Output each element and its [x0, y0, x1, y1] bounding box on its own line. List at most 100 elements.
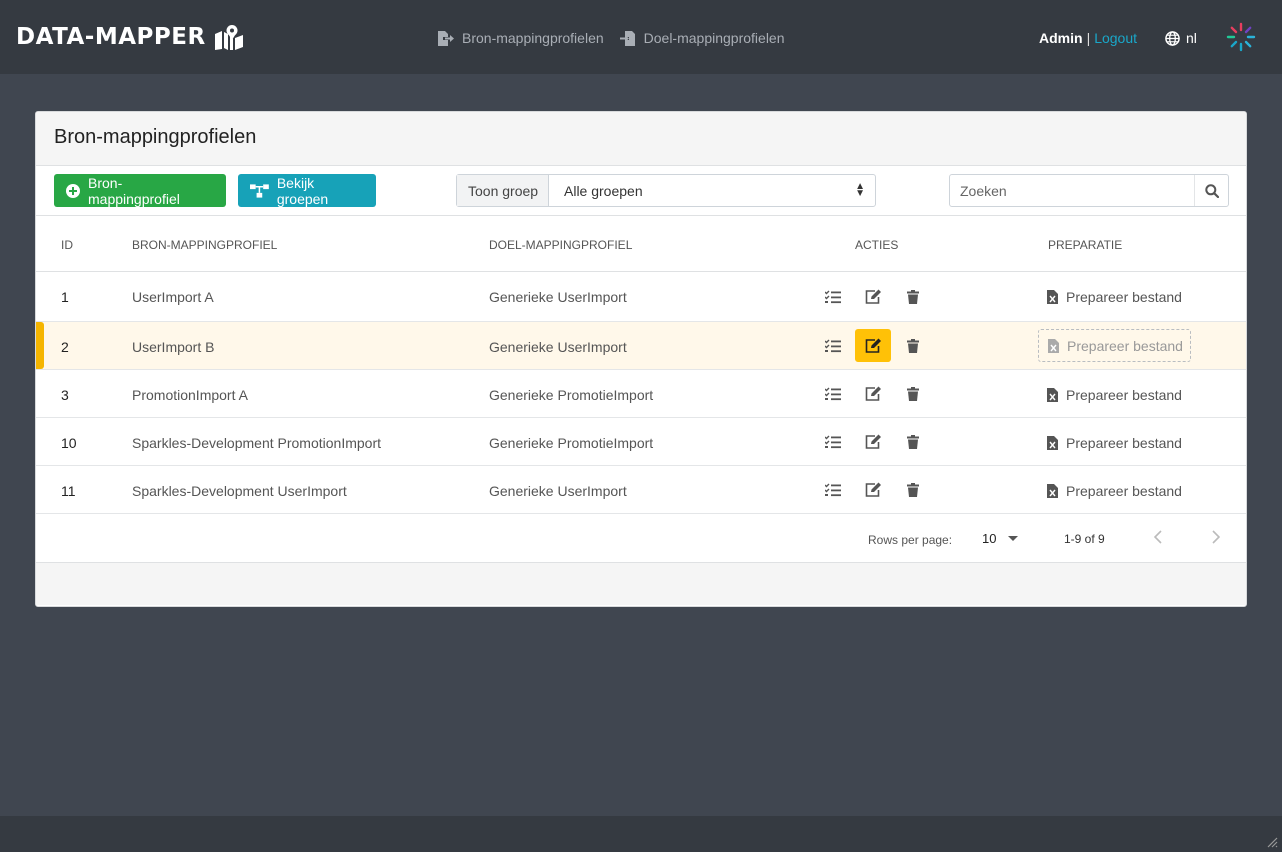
- brand-name: DATA-MAPPER: [16, 24, 206, 50]
- prepare-file-button[interactable]: Prepareer bestand: [1047, 431, 1182, 454]
- edit-button[interactable]: [864, 272, 882, 321]
- rows-per-page-select[interactable]: 10: [982, 531, 1019, 546]
- chevron-right-icon: [1212, 530, 1221, 544]
- prepare-file-label: Prepareer bestand: [1066, 482, 1182, 499]
- group-filter-label: Toon groep: [457, 175, 549, 206]
- tasks-icon: [825, 290, 841, 303]
- table-header: ID BRON-MAPPINGPROFIEL DOEL-MAPPINGPROFI…: [36, 216, 1246, 272]
- previous-page-button[interactable]: [1153, 530, 1162, 547]
- next-page-button[interactable]: [1212, 530, 1221, 547]
- row-source-profile: PromotionImport A: [132, 387, 248, 403]
- edit-icon: [865, 482, 881, 497]
- trash-icon: [907, 338, 919, 353]
- page-title: Bron-mappingprofielen: [54, 126, 257, 148]
- add-source-profile-button[interactable]: Bron-mappingprofiel: [54, 174, 226, 207]
- file-excel-icon: [1047, 435, 1058, 450]
- search-box: [949, 174, 1229, 207]
- edit-icon: [865, 434, 881, 449]
- table-row[interactable]: 10 Sparkles-Development PromotionImport …: [36, 418, 1246, 466]
- delete-button[interactable]: [904, 418, 922, 465]
- mappings-button[interactable]: [824, 322, 842, 369]
- edit-button[interactable]: [864, 418, 882, 465]
- trash-icon: [907, 386, 919, 401]
- view-groups-button[interactable]: Bekijk groepen: [238, 174, 376, 207]
- row-id: 11: [61, 483, 76, 499]
- mappings-button[interactable]: [824, 466, 842, 513]
- user-name: Admin: [1039, 30, 1083, 46]
- nav-target-profiles[interactable]: Doel-mappingprofielen: [619, 30, 785, 46]
- prepare-file-button[interactable]: Prepareer bestand: [1047, 383, 1182, 406]
- row-target-profile: Generieke PromotieImport: [489, 387, 654, 403]
- table-row[interactable]: 11 Sparkles-Development UserImport Gener…: [36, 466, 1246, 514]
- prepare-file-button-disabled[interactable]: Prepareer bestand: [1038, 329, 1191, 362]
- row-id: 3: [61, 387, 69, 403]
- row-target-profile: Generieke UserImport: [489, 289, 627, 305]
- table-row[interactable]: 1 UserImport A Generieke UserImport Prep…: [36, 272, 1246, 322]
- brand[interactable]: DATA-MAPPER: [16, 24, 244, 50]
- delete-button[interactable]: [904, 272, 922, 321]
- trash-icon: [907, 482, 919, 497]
- export-file-icon: [438, 30, 454, 46]
- prepare-file-label: Prepareer bestand: [1067, 337, 1183, 354]
- trash-icon: [907, 434, 919, 449]
- user-separator: |: [1086, 30, 1091, 46]
- column-target-profile[interactable]: DOEL-MAPPINGPROFIEL: [489, 238, 632, 252]
- tasks-icon: [825, 483, 841, 496]
- edit-icon: [865, 386, 881, 401]
- column-id[interactable]: ID: [61, 238, 73, 252]
- resize-grip-icon[interactable]: [1266, 836, 1278, 848]
- row-target-profile: Generieke PromotieImport: [489, 435, 654, 451]
- prepare-file-button[interactable]: Prepareer bestand: [1047, 479, 1182, 502]
- table-body: 1 UserImport A Generieke UserImport Prep…: [36, 272, 1246, 514]
- rows-per-page-value: 10: [982, 531, 997, 546]
- search-input[interactable]: [950, 175, 1194, 206]
- mappings-button[interactable]: [824, 418, 842, 465]
- user-menu: Admin | Logout: [1039, 30, 1137, 46]
- file-excel-icon: [1048, 338, 1059, 353]
- plus-circle-icon: [66, 183, 80, 198]
- search-button[interactable]: [1194, 175, 1228, 206]
- row-source-profile: Sparkles-Development UserImport: [132, 483, 347, 499]
- logout-link[interactable]: Logout: [1094, 30, 1137, 46]
- table-row-selected[interactable]: 2 UserImport B Generieke UserImport Prep…: [36, 322, 1246, 370]
- card-header: Bron-mappingprofielen: [36, 112, 1246, 166]
- navbar: DATA-MAPPER Bron-mappingprofielen Doel-m…: [0, 0, 1282, 74]
- file-excel-icon: [1047, 483, 1058, 498]
- language-selector[interactable]: nl: [1165, 30, 1197, 46]
- prepare-file-button[interactable]: Prepareer bestand: [1047, 285, 1182, 308]
- main-nav: Bron-mappingprofielen Doel-mappingprofie…: [437, 30, 785, 46]
- spinner-icon: [1226, 22, 1256, 52]
- footer-bar: [0, 816, 1282, 852]
- search-icon: [1204, 183, 1219, 198]
- nav-source-profiles-label: Bron-mappingprofielen: [462, 30, 604, 46]
- chevron-left-icon: [1153, 530, 1162, 544]
- row-source-profile: UserImport B: [132, 339, 215, 355]
- row-target-profile: Generieke UserImport: [489, 339, 627, 355]
- edit-button-active[interactable]: [855, 329, 891, 362]
- delete-button[interactable]: [904, 370, 922, 417]
- table-row[interactable]: 3 PromotionImport A Generieke PromotieIm…: [36, 370, 1246, 418]
- profiles-card: Bron-mappingprofielen Bron-mappingprofie…: [35, 111, 1247, 607]
- column-source-profile[interactable]: BRON-MAPPINGPROFIEL: [132, 238, 277, 252]
- globe-icon: [1165, 30, 1180, 46]
- group-filter-select[interactable]: Alle groepen ▲ ▼: [549, 175, 875, 206]
- mappings-button[interactable]: [824, 272, 842, 321]
- add-source-profile-label: Bron-mappingprofiel: [88, 174, 180, 207]
- card-footer: [36, 563, 1246, 605]
- tasks-icon: [825, 339, 841, 352]
- row-source-profile: UserImport A: [132, 289, 214, 305]
- group-filter: Toon groep Alle groepen ▲ ▼: [456, 174, 876, 207]
- edit-button[interactable]: [864, 370, 882, 417]
- row-source-profile: Sparkles-Development PromotionImport: [132, 435, 381, 451]
- delete-button[interactable]: [904, 466, 922, 513]
- delete-button[interactable]: [904, 322, 922, 369]
- edit-button[interactable]: [864, 466, 882, 513]
- nav-source-profiles[interactable]: Bron-mappingprofielen: [437, 30, 604, 46]
- file-excel-icon: [1047, 387, 1058, 402]
- column-preparation: PREPARATIE: [1048, 238, 1123, 252]
- edit-icon: [865, 338, 881, 353]
- row-id: 1: [61, 289, 69, 305]
- group-filter-value: Alle groepen: [564, 182, 643, 199]
- toolbar: Bron-mappingprofiel Bekijk groepen Toon …: [36, 166, 1246, 216]
- mappings-button[interactable]: [824, 370, 842, 417]
